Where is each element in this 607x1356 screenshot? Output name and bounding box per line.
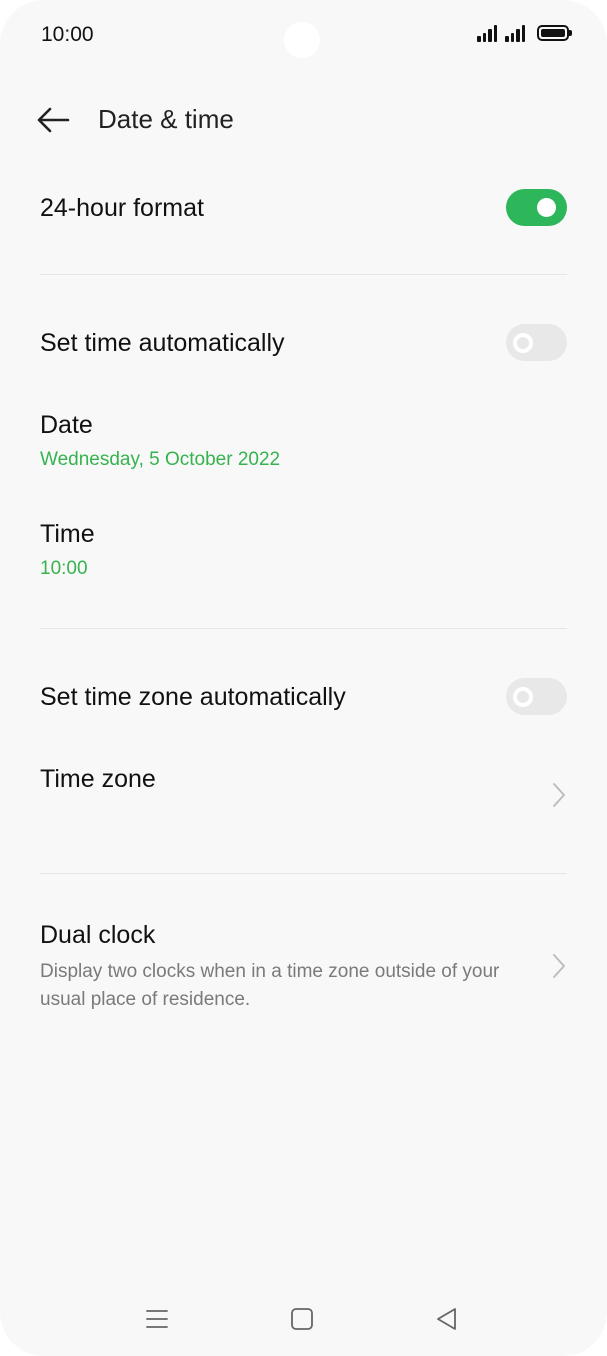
time-row[interactable]: Time 10:00 xyxy=(40,519,567,581)
chevron-right-icon xyxy=(553,954,565,978)
back-button[interactable] xyxy=(34,102,74,138)
status-time: 10:00 xyxy=(41,23,94,46)
nav-back-button[interactable] xyxy=(432,1304,462,1334)
app-header: Date & time xyxy=(0,90,607,150)
phone-screen: 10:00 Date & time 24-hour format Set tim… xyxy=(0,0,607,1356)
time-label: Time xyxy=(40,520,95,548)
auto-timezone-label: Set time zone automatically xyxy=(40,683,346,711)
divider xyxy=(40,628,567,629)
home-button[interactable] xyxy=(287,1304,317,1334)
front-camera-cutout xyxy=(284,22,320,58)
status-icons xyxy=(477,24,572,42)
divider xyxy=(40,274,567,275)
signal-icon xyxy=(505,24,525,42)
menu-icon xyxy=(146,1310,168,1328)
date-value: Wednesday, 5 October 2022 xyxy=(40,449,281,470)
divider xyxy=(40,873,567,874)
auto-time-row[interactable]: Set time automatically xyxy=(40,324,567,365)
timezone-label: Time zone xyxy=(40,765,156,793)
timezone-row[interactable]: Time zone xyxy=(40,764,567,824)
toggle-knob xyxy=(537,198,556,217)
page-title: Date & time xyxy=(98,104,234,134)
battery-icon xyxy=(537,25,572,41)
dual-clock-label: Dual clock xyxy=(40,921,156,949)
date-row[interactable]: Date Wednesday, 5 October 2022 xyxy=(40,410,567,472)
signal-icon xyxy=(477,24,497,42)
navigation-bar xyxy=(0,1290,607,1350)
menu-button[interactable] xyxy=(142,1304,172,1334)
chevron-right-icon xyxy=(553,783,565,807)
home-icon xyxy=(291,1308,313,1330)
time-value: 10:00 xyxy=(40,558,88,579)
hour-format-row[interactable]: 24-hour format xyxy=(40,189,567,230)
toggle-knob xyxy=(513,687,533,707)
auto-timezone-row[interactable]: Set time zone automatically xyxy=(40,678,567,719)
dual-clock-row[interactable]: Dual clock Display two clocks when in a … xyxy=(40,920,567,1014)
auto-time-toggle[interactable] xyxy=(506,324,567,361)
dual-clock-description: Display two clocks when in a time zone o… xyxy=(40,961,500,1010)
status-bar: 10:00 xyxy=(0,0,607,70)
back-arrow-icon xyxy=(37,107,70,133)
auto-timezone-toggle[interactable] xyxy=(506,678,567,715)
back-icon xyxy=(437,1308,456,1330)
auto-time-label: Set time automatically xyxy=(40,329,285,357)
hour-format-label: 24-hour format xyxy=(40,194,204,222)
hour-format-toggle[interactable] xyxy=(506,189,567,226)
toggle-knob xyxy=(513,333,533,353)
date-label: Date xyxy=(40,411,93,439)
